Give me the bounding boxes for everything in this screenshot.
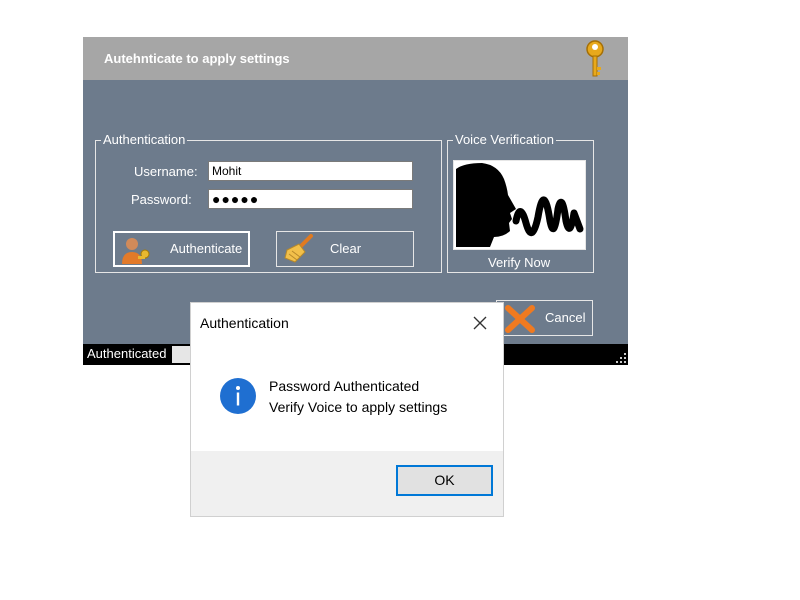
ok-button[interactable]: OK [396, 465, 493, 496]
cancel-x-icon [505, 305, 535, 333]
voice-verification-legend: Voice Verification [453, 132, 557, 148]
verify-now-label: Verify Now [488, 255, 551, 270]
dialog-footer: OK [191, 451, 503, 516]
clear-button[interactable]: Clear [276, 231, 414, 267]
broom-icon [284, 234, 313, 263]
authentication-legend: Authentication [101, 132, 188, 148]
title-bar[interactable]: Autehnticate to apply settings [83, 37, 628, 80]
dialog-title: Authentication [200, 315, 289, 331]
clear-label: Clear [330, 241, 362, 256]
status-text: Authenticated [87, 346, 167, 361]
info-icon [220, 378, 256, 414]
username-field[interactable]: Mohit [208, 161, 413, 181]
speaking-head-icon [456, 163, 584, 247]
window-title: Autehnticate to apply settings [104, 51, 290, 66]
authentication-dialog: Authentication Password Authenticated Ve… [191, 303, 503, 516]
message-line-1: Password Authenticated [269, 378, 420, 394]
authenticate-label: Authenticate [170, 241, 243, 256]
message-line-2: Verify Voice to apply settings [269, 399, 448, 415]
cancel-button[interactable]: Cancel [496, 300, 593, 336]
user-key-icon [122, 238, 150, 264]
key-icon [586, 40, 604, 77]
password-field[interactable]: ●●●●● [208, 189, 413, 209]
close-icon[interactable] [470, 313, 490, 333]
username-label: Username: [134, 164, 198, 179]
resize-grip-icon[interactable] [616, 353, 626, 363]
cancel-label: Cancel [545, 310, 586, 325]
authenticate-button[interactable]: Authenticate [113, 231, 250, 267]
password-label: Password: [131, 192, 192, 207]
verify-voice-image[interactable] [453, 160, 586, 250]
status-progress [172, 346, 190, 363]
